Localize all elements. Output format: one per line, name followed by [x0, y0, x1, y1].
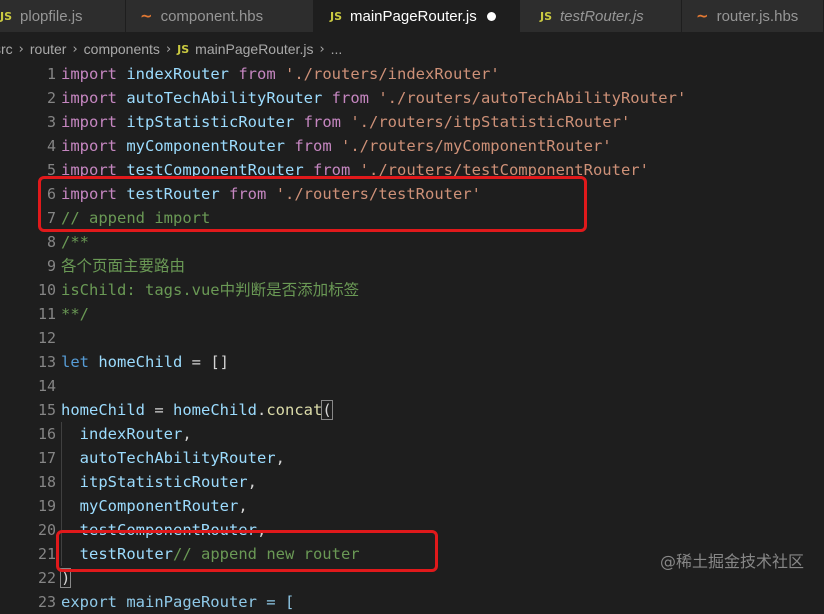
code-line[interactable]: 14	[0, 374, 824, 398]
breadcrumb-item-router[interactable]: router	[30, 41, 67, 57]
chevron-right-icon: ›	[319, 41, 325, 57]
tab-label: component.hbs	[160, 7, 264, 25]
line-number: 14	[37, 377, 56, 395]
handlebars-file-icon: ~	[140, 7, 153, 25]
line-number: 17	[37, 449, 56, 467]
line-number: 19	[37, 497, 56, 515]
tab-label: mainPageRouter.js	[350, 7, 477, 25]
tab-component-hbs[interactable]: ~ component.hbs	[126, 0, 314, 32]
code-line[interactable]: 9 各个页面主要路由	[0, 254, 824, 278]
code-line[interactable]: 17 autoTechAbilityRouter,	[0, 446, 824, 470]
line-number: 10	[37, 281, 56, 299]
code-line[interactable]: 8 /**	[0, 230, 824, 254]
editor-tab-bar: JS plopfile.js ~ component.hbs JS mainPa…	[0, 0, 824, 32]
tab-router-js-hbs[interactable]: ~ router.js.hbs	[682, 0, 824, 32]
matching-bracket: (	[321, 400, 333, 420]
code-line[interactable]: 4 import myComponentRouter from './route…	[0, 134, 824, 158]
line-number: 2	[46, 89, 56, 107]
highlight-box-router	[56, 530, 438, 572]
code-line[interactable]: 18 itpStatisticRouter,	[0, 470, 824, 494]
line-number: 8	[46, 233, 56, 251]
tab-test-router[interactable]: JS testRouter.js	[520, 0, 682, 32]
line-number: 16	[37, 425, 56, 443]
line-number: 3	[46, 113, 56, 131]
line-number: 21	[37, 545, 56, 563]
breadcrumb-item-file[interactable]: mainPageRouter.js	[195, 41, 313, 57]
code-line[interactable]: 12	[0, 326, 824, 350]
unsaved-dot-icon[interactable]	[486, 11, 496, 21]
highlight-box-import	[38, 176, 587, 232]
js-file-icon: JS	[540, 9, 553, 23]
tab-label: router.js.hbs	[716, 7, 799, 25]
breadcrumb-item-src[interactable]: src	[0, 41, 13, 57]
code-line[interactable]: 11 **/	[0, 302, 824, 326]
js-file-icon: JS	[330, 9, 343, 23]
code-line[interactable]: 1 import indexRouter from './routers/ind…	[0, 62, 824, 86]
code-line[interactable]: 19 myComponentRouter,	[0, 494, 824, 518]
code-line[interactable]: 13 let homeChild = []	[0, 350, 824, 374]
code-line[interactable]: 15 homeChild = homeChild.concat(	[0, 398, 824, 422]
js-file-icon: JS	[0, 9, 13, 23]
line-number: 11	[37, 305, 56, 323]
breadcrumb: src › router › components › JS mainPageR…	[0, 38, 342, 60]
line-number: 9	[46, 257, 56, 275]
line-number: 4	[46, 137, 56, 155]
chevron-right-icon: ›	[72, 41, 78, 57]
breadcrumb-item-components[interactable]: components	[84, 41, 160, 57]
code-line[interactable]: 23 export mainPageRouter = [	[0, 590, 824, 614]
line-number: 12	[37, 329, 56, 347]
line-number: 1	[46, 65, 56, 83]
chevron-right-icon: ›	[165, 41, 172, 57]
line-number: 13	[37, 353, 56, 371]
code-line[interactable]: 2 import autoTechAbilityRouter from './r…	[0, 86, 824, 110]
line-number: 20	[37, 521, 56, 539]
handlebars-file-icon: ~	[696, 7, 709, 25]
code-line[interactable]: 16 indexRouter,	[0, 422, 824, 446]
tab-plopfile[interactable]: JS plopfile.js	[0, 0, 126, 32]
js-file-icon: JS	[177, 42, 190, 56]
code-editor[interactable]: 1 import indexRouter from './routers/ind…	[0, 62, 824, 611]
line-number: 23	[37, 593, 56, 611]
line-number: 18	[37, 473, 56, 491]
tab-main-page-router[interactable]: JS mainPageRouter.js	[314, 0, 520, 32]
code-line[interactable]: 3 import itpStatisticRouter from './rout…	[0, 110, 824, 134]
watermark: @稀土掘金技术社区	[659, 552, 804, 571]
line-number: 15	[37, 401, 56, 419]
breadcrumb-item-symbols[interactable]: ...	[331, 41, 343, 57]
tab-label: plopfile.js	[20, 7, 83, 25]
tab-label: testRouter.js	[560, 7, 644, 25]
code-line[interactable]: 10 isChild: tags.vue中判断是否添加标签	[0, 278, 824, 302]
line-number: 22	[37, 569, 56, 587]
chevron-right-icon: ›	[18, 41, 24, 57]
